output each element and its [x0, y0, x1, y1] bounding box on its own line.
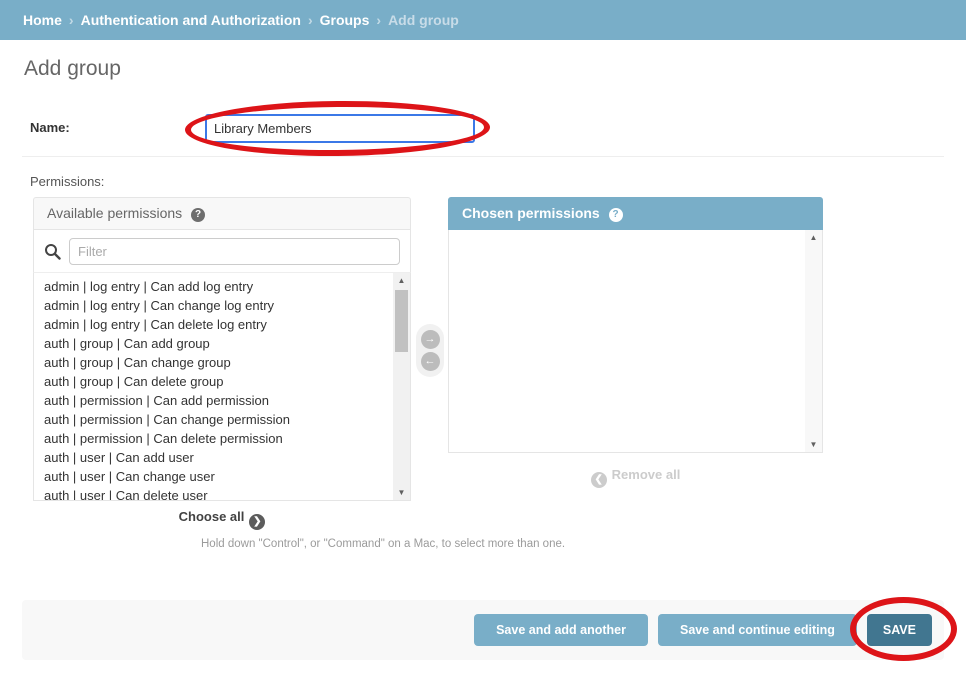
save-and-continue-button[interactable]: Save and continue editing [658, 614, 857, 646]
permission-option[interactable]: auth | user | Can add user [44, 448, 386, 467]
multiselect-help-text: Hold down "Control", or "Command" on a M… [201, 538, 565, 550]
page-title: Add group [24, 57, 121, 81]
breadcrumb-separator: › [376, 12, 381, 28]
permission-option[interactable]: admin | log entry | Can delete log entry [44, 315, 386, 334]
remove-all-arrow-icon: ❮ [591, 472, 607, 488]
permission-option[interactable]: auth | permission | Can change permissio… [44, 410, 386, 429]
move-left-icon[interactable]: ← [421, 352, 440, 371]
name-field-row: Name: [22, 100, 944, 157]
permission-option[interactable]: auth | group | Can delete group [44, 372, 386, 391]
scroll-up-icon[interactable]: ▲ [393, 273, 410, 288]
scrollbar-thumb[interactable] [395, 290, 408, 352]
scroll-down-icon[interactable]: ▼ [805, 437, 822, 452]
chosen-permissions-box: Chosen permissions ? ▲ ▼ [448, 197, 823, 453]
save-button[interactable]: SAVE [867, 614, 932, 646]
save-and-add-another-button[interactable]: Save and add another [474, 614, 648, 646]
available-permissions-list: admin | log entry | Can add log entry ad… [33, 273, 411, 501]
name-label: Name: [30, 120, 70, 135]
add-group-page: Home › Authentication and Authorization … [0, 0, 966, 677]
permission-option[interactable]: auth | user | Can delete user [44, 486, 386, 501]
name-input[interactable] [205, 114, 475, 143]
permissions-selector: Available permissions ? admin | log entr… [33, 197, 823, 567]
chosen-permissions-header: Chosen permissions ? [448, 197, 823, 230]
filter-input[interactable] [69, 238, 400, 265]
breadcrumb-separator: › [69, 12, 74, 28]
breadcrumb-groups[interactable]: Groups [320, 12, 370, 28]
chosen-permissions-list: ▲ ▼ [448, 230, 823, 453]
permission-option[interactable]: auth | user | Can change user [44, 467, 386, 486]
remove-all-link[interactable]: ❮ Remove all [448, 467, 823, 488]
choose-all-label: Choose all [179, 509, 245, 524]
available-permissions-box: Available permissions ? admin | log entr… [33, 197, 411, 501]
chooser-arrows: → ← [416, 324, 444, 377]
available-permissions-title: Available permissions [47, 205, 182, 221]
permission-option[interactable]: auth | permission | Can add permission [44, 391, 386, 410]
scrollbar[interactable]: ▲ ▼ [393, 273, 410, 500]
breadcrumb-home[interactable]: Home [23, 12, 62, 28]
help-icon: ? [191, 208, 205, 222]
permission-option[interactable]: auth | group | Can add group [44, 334, 386, 353]
permission-option[interactable]: admin | log entry | Can add log entry [44, 277, 386, 296]
breadcrumb-current: Add group [388, 12, 459, 28]
move-right-icon[interactable]: → [421, 330, 440, 349]
breadcrumb-separator: › [308, 12, 313, 28]
choose-all-link[interactable]: Choose all ❯ [33, 509, 411, 530]
breadcrumb: Home › Authentication and Authorization … [0, 0, 966, 40]
available-permissions-header: Available permissions ? [33, 197, 411, 230]
scroll-up-icon[interactable]: ▲ [805, 230, 822, 245]
permissions-label: Permissions: [30, 174, 104, 189]
chosen-permissions-title: Chosen permissions [462, 205, 600, 221]
choose-all-arrow-icon: ❯ [249, 514, 265, 530]
scroll-down-icon[interactable]: ▼ [393, 485, 410, 500]
permission-option[interactable]: admin | log entry | Can change log entry [44, 296, 386, 315]
help-icon: ? [609, 208, 623, 222]
filter-row [33, 230, 411, 273]
submit-row: Save and add another Save and continue e… [22, 600, 944, 660]
scrollbar[interactable]: ▲ ▼ [805, 230, 822, 452]
remove-all-label: Remove all [612, 467, 681, 482]
permission-option[interactable]: auth | group | Can change group [44, 353, 386, 372]
breadcrumb-auth[interactable]: Authentication and Authorization [81, 12, 301, 28]
search-icon [44, 243, 61, 260]
permission-option[interactable]: auth | permission | Can delete permissio… [44, 429, 386, 448]
